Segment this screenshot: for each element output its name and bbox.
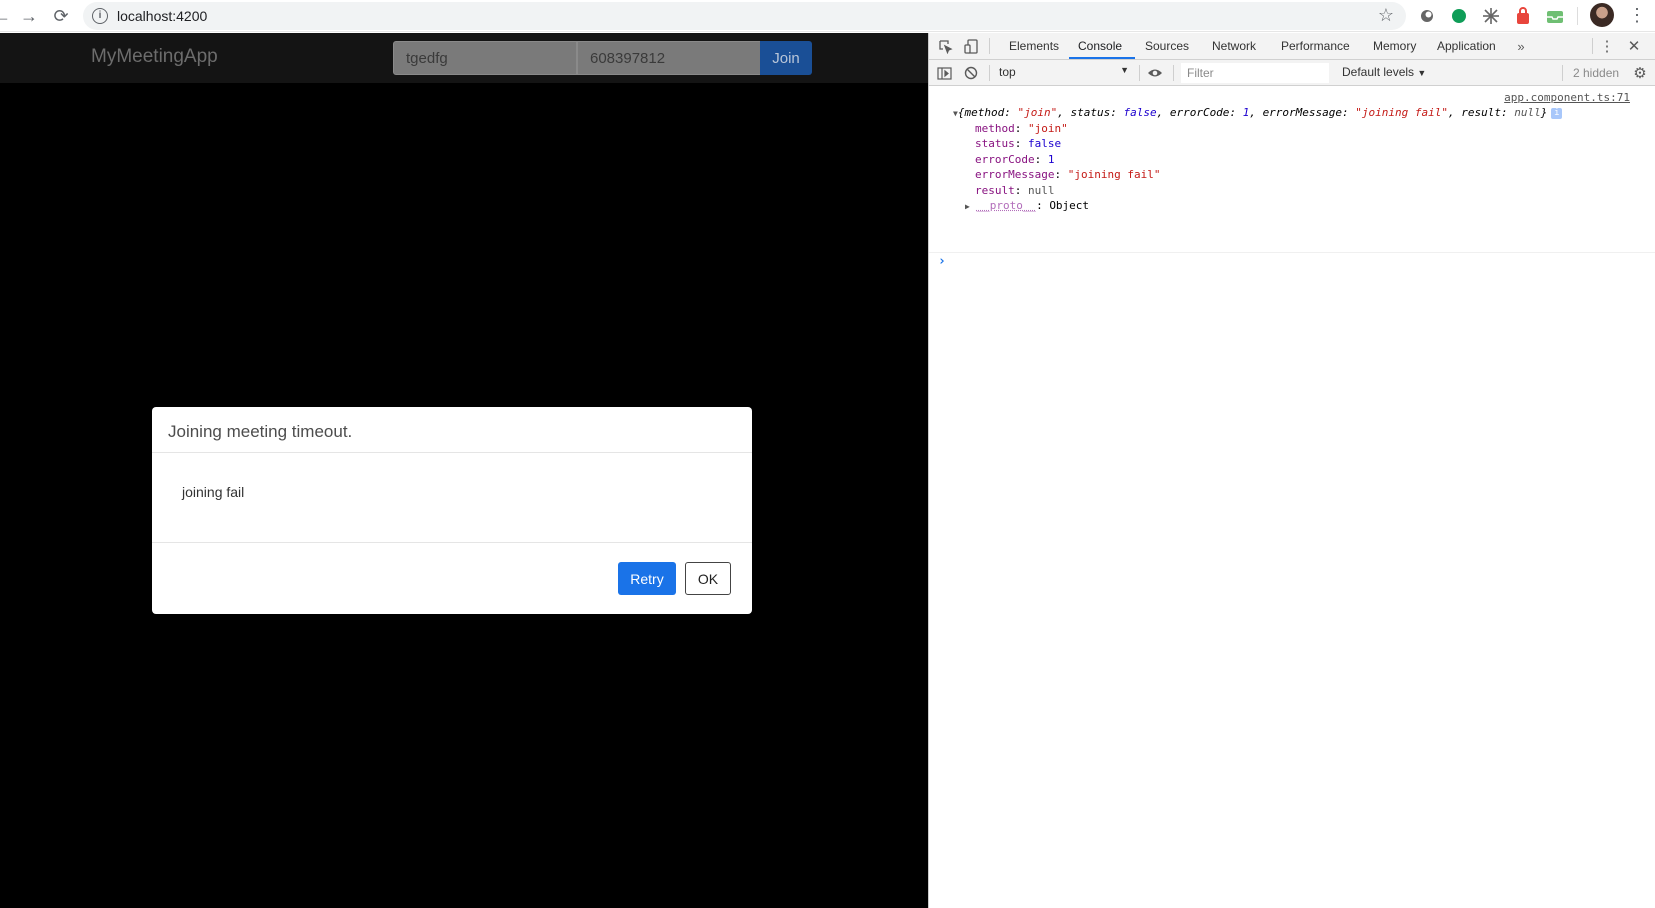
site-info-icon[interactable]: i <box>92 8 108 24</box>
bookmark-star-icon[interactable]: ☆ <box>1378 5 1394 26</box>
toolbar-divider <box>1139 65 1140 81</box>
browser-menu-icon[interactable]: ⋮ <box>1628 5 1646 25</box>
forward-icon[interactable]: → <box>17 4 41 28</box>
browser-toolbar: ← → ⟳ i localhost:4200 ☆ ⋮ <box>0 0 1655 32</box>
sidebar-toggle-icon[interactable] <box>936 65 952 81</box>
extension-inbox-icon[interactable] <box>1544 5 1566 27</box>
context-value: top <box>999 65 1016 79</box>
extension-leaf-icon[interactable] <box>1448 5 1470 27</box>
app-navbar: MyMeetingApp tgedfg 608397812 Join <box>0 33 928 83</box>
source-link[interactable]: app.component.ts:71 <box>1504 91 1630 104</box>
log-prop-proto[interactable]: ▶ __proto__: Object <box>965 199 1089 212</box>
live-expression-eye-icon[interactable] <box>1147 65 1163 81</box>
log-divider <box>929 252 1655 253</box>
log-object-summary[interactable]: ▼{method: "join", status: false, errorCo… <box>953 106 1562 119</box>
tab-sources[interactable]: Sources <box>1145 39 1189 53</box>
tab-elements[interactable]: Elements <box>1009 39 1059 53</box>
retry-button[interactable]: Retry <box>618 562 676 595</box>
log-prop-status: status: false <box>975 137 1061 150</box>
tab-divider <box>1592 38 1593 54</box>
join-button[interactable]: Join <box>760 41 812 75</box>
log-levels-dropdown[interactable]: Default levels ▼ <box>1342 65 1426 79</box>
reload-icon[interactable]: ⟳ <box>49 4 73 28</box>
console-prompt-icon[interactable]: › <box>938 254 946 269</box>
hidden-messages-count: 2 hidden <box>1573 66 1619 80</box>
profile-avatar[interactable] <box>1590 3 1614 27</box>
console-toolbar: top ▼ Filter Default levels ▼ 2 hidden ⚙ <box>929 60 1655 86</box>
active-tab-indicator <box>1069 57 1135 59</box>
dialog-footer: Retry OK <box>152 543 752 614</box>
levels-label: Default levels <box>1342 65 1414 79</box>
meeting-id-input[interactable]: 608397812 <box>577 41 761 75</box>
tab-divider <box>989 38 990 54</box>
tab-memory[interactable]: Memory <box>1373 39 1416 53</box>
app-brand[interactable]: MyMeetingApp <box>91 46 218 68</box>
dropdown-arrow-icon: ▼ <box>1120 65 1129 75</box>
expand-triangle-icon[interactable]: ▶ <box>965 202 970 211</box>
extension-lock-icon[interactable] <box>1512 5 1534 27</box>
name-input[interactable]: tgedfg <box>393 41 577 75</box>
dropdown-arrow-icon: ▼ <box>1417 68 1426 78</box>
app-viewport: MyMeetingApp tgedfg 608397812 Join Joini… <box>0 33 928 908</box>
context-selector[interactable]: top ▼ <box>999 63 1129 82</box>
close-icon[interactable]: ✕ <box>1626 38 1642 54</box>
address-url[interactable]: localhost:4200 <box>117 8 207 24</box>
address-bar[interactable]: i localhost:4200 ☆ <box>83 2 1406 30</box>
toolbar-divider <box>1577 7 1578 25</box>
log-prop-result: result: null <box>975 184 1055 197</box>
info-badge-icon[interactable]: i <box>1551 108 1562 119</box>
extension-spark-icon[interactable] <box>1480 5 1502 27</box>
back-icon[interactable]: ← <box>0 4 14 28</box>
device-toolbar-icon[interactable] <box>963 38 979 54</box>
tab-console[interactable]: Console <box>1078 39 1122 53</box>
console-filter-input[interactable]: Filter <box>1181 63 1329 83</box>
more-tabs-icon[interactable]: » <box>1513 38 1529 54</box>
toolbar-divider <box>1562 65 1563 81</box>
log-prop-errormessage: errorMessage: "joining fail" <box>975 168 1160 181</box>
extension-circle-icon[interactable] <box>1416 5 1438 27</box>
devtools-menu-icon[interactable]: ⋮ <box>1599 38 1615 54</box>
log-prop-errorcode: errorCode: 1 <box>975 153 1054 166</box>
ok-button[interactable]: OK <box>685 562 731 595</box>
tab-application[interactable]: Application <box>1437 39 1496 53</box>
inspect-element-icon[interactable] <box>937 38 953 54</box>
toolbar-divider <box>1173 65 1174 81</box>
tab-performance[interactable]: Performance <box>1281 39 1350 53</box>
timeout-dialog: Joining meeting timeout. joining fail Re… <box>152 407 752 614</box>
toolbar-divider <box>989 65 990 81</box>
dialog-message: joining fail <box>152 453 752 543</box>
tab-network[interactable]: Network <box>1212 39 1256 53</box>
console-settings-gear-icon[interactable]: ⚙ <box>1632 65 1648 81</box>
dialog-title: Joining meeting timeout. <box>152 407 752 453</box>
devtools-panel: Elements Console Sources Network Perform… <box>928 33 1655 908</box>
log-prop-method: method: "join" <box>975 122 1068 135</box>
expand-triangle-icon[interactable]: ▼ <box>953 109 958 118</box>
clear-console-icon[interactable] <box>963 65 979 81</box>
devtools-tabbar: Elements Console Sources Network Perform… <box>929 33 1655 60</box>
